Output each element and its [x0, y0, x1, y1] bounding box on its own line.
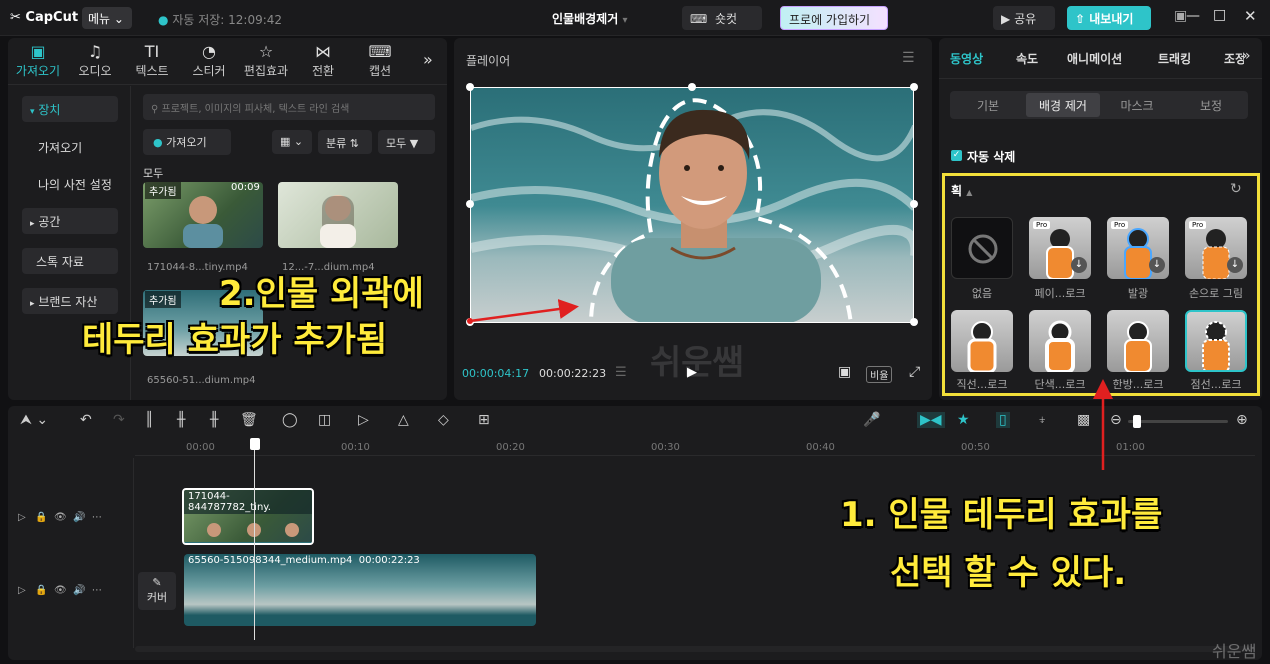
corner-watermark: 쉬운쌤 — [1212, 642, 1257, 661]
callout-1-line-1: 1. 인물 테두리 효과를 — [840, 495, 1163, 535]
callout-1-line-2: 선택 할 수 있다. — [890, 553, 1127, 593]
callout-2-line-1: 2.인물 외곽에 — [219, 274, 424, 314]
callout-2-line-2: 테두리 효과가 추가됨 — [82, 320, 388, 360]
